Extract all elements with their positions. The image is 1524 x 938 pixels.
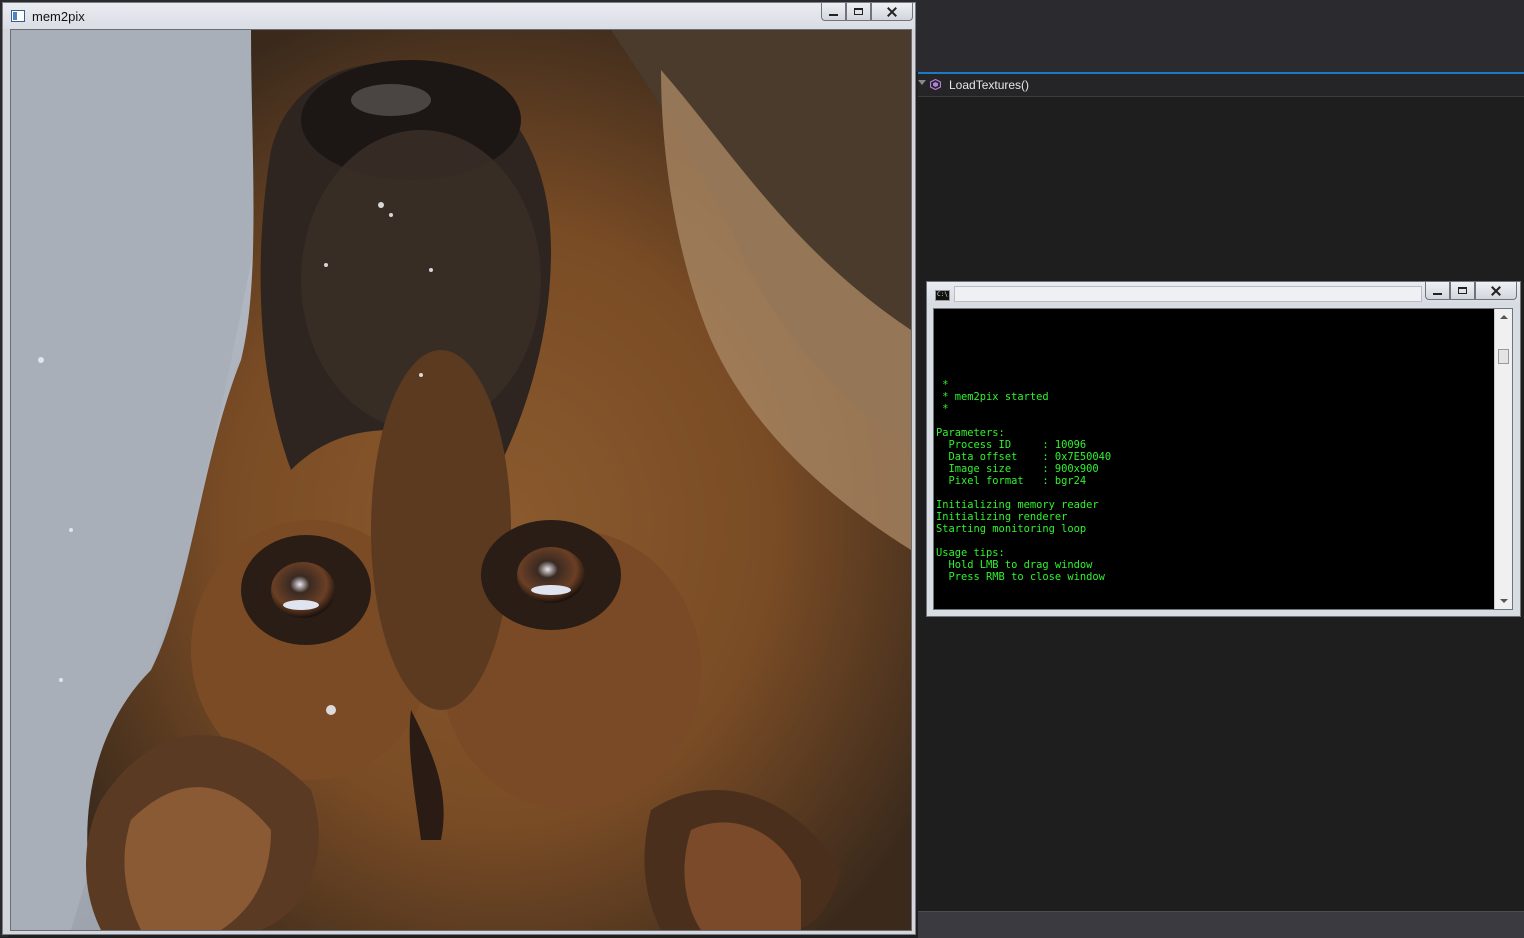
console-output[interactable]: * * mem2pix started * Parameters: Proces… — [933, 308, 1513, 610]
console-line: * — [936, 379, 949, 391]
minimize-icon — [1433, 292, 1442, 295]
console-line: Parameters: — [936, 427, 1005, 439]
console-line: Initializing renderer — [936, 511, 1068, 523]
maximize-button[interactable] — [1450, 282, 1475, 300]
maximize-icon — [1458, 287, 1467, 294]
maximize-icon — [854, 8, 863, 15]
scroll-thumb[interactable] — [1498, 349, 1509, 364]
vertical-scrollbar[interactable] — [1494, 309, 1512, 609]
close-button[interactable] — [1475, 282, 1517, 300]
console-title-field — [954, 286, 1422, 302]
minimize-button[interactable] — [821, 3, 846, 21]
minimize-button[interactable] — [1425, 282, 1450, 300]
mem2pix-window[interactable]: mem2pix — [2, 2, 916, 935]
chevron-down-icon[interactable] — [918, 80, 926, 85]
console-line: Starting monitoring loop — [936, 523, 1087, 535]
console-line: Pixel format : bgr24 — [936, 475, 1087, 487]
minimize-icon — [829, 13, 838, 16]
dog-photo — [11, 30, 911, 930]
console-text: * * mem2pix started * Parameters: Proces… — [936, 379, 1491, 583]
ide-navigation-bar[interactable]: LoadTextures() — [918, 74, 1524, 97]
console-line: Press RMB to close window — [936, 571, 1105, 583]
console-line: Process ID : 10096 — [936, 439, 1087, 451]
console-line: * mem2pix started — [936, 391, 1049, 403]
window-title: mem2pix — [32, 9, 85, 24]
ide-horizontal-scrollbar[interactable] — [918, 911, 1524, 938]
maximize-button[interactable] — [846, 3, 871, 21]
caption-buttons — [821, 3, 913, 22]
console-line: Initializing memory reader — [936, 499, 1099, 511]
close-icon — [887, 7, 897, 17]
close-icon — [1491, 286, 1501, 296]
console-line: Usage tips: — [936, 547, 1005, 559]
console-window[interactable]: * * mem2pix started * Parameters: Proces… — [926, 281, 1521, 617]
rendered-image[interactable] — [10, 29, 912, 931]
function-name[interactable]: LoadTextures() — [949, 78, 1029, 92]
app-window-icon — [11, 10, 25, 22]
console-caption-buttons — [1425, 282, 1517, 301]
console-titlebar[interactable] — [927, 282, 1520, 306]
close-button[interactable] — [871, 3, 913, 21]
scroll-down-icon[interactable] — [1500, 599, 1508, 603]
console-line: Image size : 900x900 — [936, 463, 1099, 475]
scroll-up-icon[interactable] — [1500, 315, 1508, 319]
console-line: * — [936, 403, 949, 415]
console-line: Hold LMB to drag window — [936, 559, 1093, 571]
console-line: Data offset : 0x7E50040 — [936, 451, 1112, 463]
cmd-icon — [935, 290, 950, 301]
mem2pix-titlebar[interactable]: mem2pix — [3, 3, 915, 29]
method-icon — [930, 79, 941, 90]
